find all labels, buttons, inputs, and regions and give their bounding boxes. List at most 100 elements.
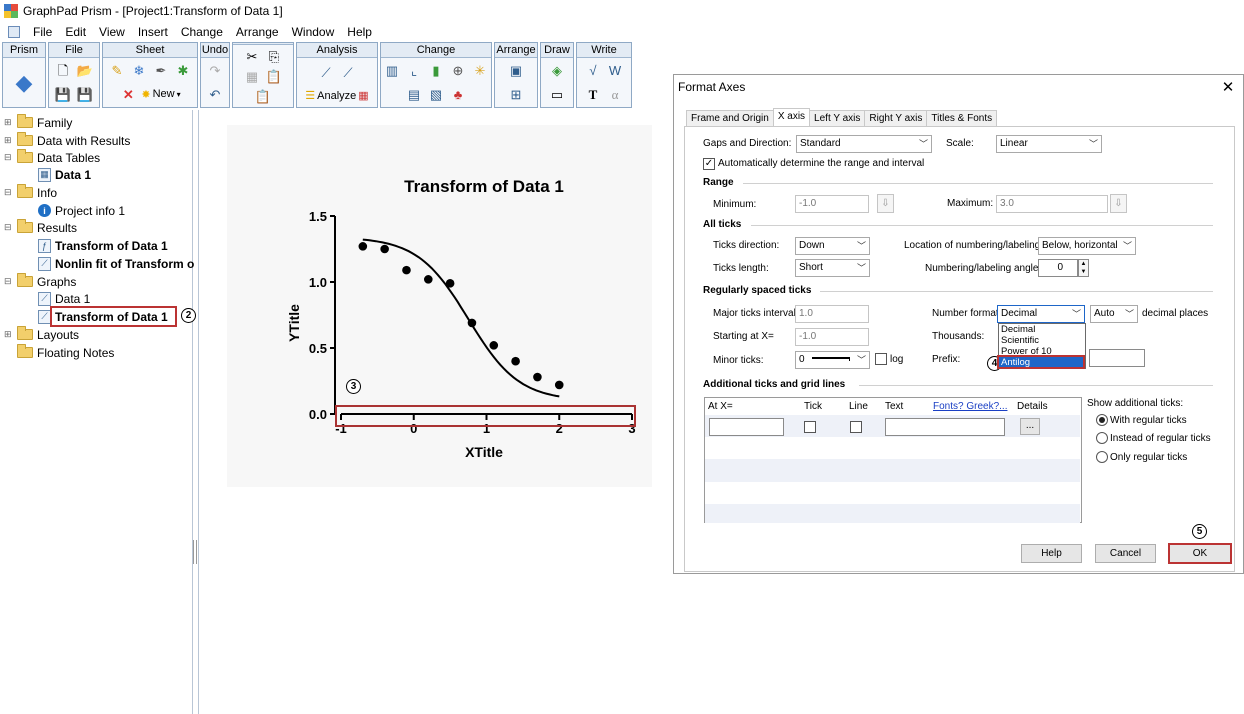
tree-floating-notes[interactable]: Floating Notes: [17, 344, 114, 361]
menu-edit[interactable]: Edit: [65, 25, 86, 39]
tree-data-1[interactable]: ▦ Data 1: [38, 166, 91, 183]
tab-titles-and-fonts[interactable]: Titles & Fonts: [926, 110, 998, 126]
starting-at-input[interactable]: -1.0: [795, 328, 869, 346]
ticks-length-select[interactable]: Short ﹀: [795, 259, 870, 277]
tree-graphs[interactable]: ⊟ Graphs: [4, 273, 76, 290]
eyedropper-icon[interactable]: ✒: [152, 62, 170, 80]
analysis-graph2-icon[interactable]: ⟋: [339, 63, 357, 81]
tree-project-info[interactable]: i Project info 1: [38, 202, 125, 219]
change-data-icon[interactable]: ▤: [405, 85, 423, 103]
expand-icon[interactable]: ⊞: [4, 118, 13, 127]
minor-ticks-select[interactable]: 0 ﹀: [795, 351, 870, 369]
maximum-input[interactable]: 3.0: [996, 195, 1108, 213]
align-icon[interactable]: ▣: [507, 62, 525, 80]
menu-help[interactable]: Help: [347, 25, 372, 39]
tab-left-y-axis[interactable]: Left Y axis: [809, 110, 866, 126]
ticks-direction-select[interactable]: Down ﹀: [795, 237, 870, 255]
tab-x-axis[interactable]: X axis: [772, 108, 811, 126]
change-scheme-icon[interactable]: ▧: [427, 85, 445, 103]
expand-icon[interactable]: ⊞: [4, 136, 13, 145]
radio-only-regular[interactable]: [1096, 451, 1108, 463]
x-axis-title[interactable]: XTitle: [465, 444, 503, 460]
close-icon[interactable]: ✕: [1218, 77, 1238, 97]
pin-icon[interactable]: ✱: [174, 62, 192, 80]
major-interval-input[interactable]: 1.0: [795, 305, 869, 323]
angle-spinner[interactable]: ▲ ▼: [1078, 259, 1089, 277]
fit-curve[interactable]: [362, 238, 560, 398]
delete-sheet-icon[interactable]: ✕: [119, 85, 137, 103]
change-bars-icon[interactable]: ▮: [427, 62, 445, 80]
copy-format-icon[interactable]: ▦: [243, 67, 261, 85]
maximum-pick-icon[interactable]: ⇩: [1110, 194, 1127, 213]
number-format-select[interactable]: Decimal ﹀: [997, 305, 1085, 323]
greek-alpha-icon[interactable]: α: [606, 85, 624, 103]
prism-cube-icon[interactable]: ◆: [9, 68, 39, 98]
paste-special-icon[interactable]: 📋: [254, 87, 272, 105]
expand-icon[interactable]: ⊞: [4, 330, 13, 339]
new-sheet-button[interactable]: ✸ New ▾: [141, 85, 180, 103]
scale-select[interactable]: Linear ﹀: [996, 135, 1102, 153]
radio-with-regular[interactable]: [1096, 414, 1108, 426]
tree-results[interactable]: ⊟ Results: [4, 219, 77, 236]
menu-file[interactable]: File: [33, 25, 52, 39]
ok-button[interactable]: OK: [1168, 543, 1232, 564]
tree-nonlin-fit[interactable]: ⟋ Nonlin fit of Transform o: [38, 255, 194, 272]
change-symbols-icon[interactable]: ⊕: [449, 62, 467, 80]
cancel-button[interactable]: Cancel: [1095, 544, 1156, 563]
tab-right-y-axis[interactable]: Right Y axis: [864, 110, 928, 126]
fonts-greek-link[interactable]: Fonts? Greek?...: [933, 401, 1007, 412]
help-button[interactable]: Help: [1021, 544, 1082, 563]
collapse-icon[interactable]: ⊟: [4, 223, 13, 232]
snowflake-icon[interactable]: ❄: [130, 62, 148, 80]
prefix-input[interactable]: [1089, 349, 1145, 367]
graph-title[interactable]: Transform of Data 1: [404, 177, 564, 196]
option-scientific[interactable]: Scientific: [999, 335, 1085, 346]
at-x-input[interactable]: [709, 418, 784, 436]
log-checkbox[interactable]: [875, 353, 887, 365]
details-button[interactable]: ...: [1020, 418, 1040, 435]
decimal-places-select[interactable]: Auto ﹀: [1090, 305, 1138, 323]
pane-splitter[interactable]: [193, 110, 199, 714]
tick-checkbox[interactable]: [804, 421, 816, 433]
tab-frame-and-origin[interactable]: Frame and Origin: [686, 110, 774, 126]
menu-insert[interactable]: Insert: [138, 25, 168, 39]
analyze-button[interactable]: ☰ Analyze ▦: [305, 89, 368, 103]
save-all-icon[interactable]: 💾: [76, 85, 94, 103]
minimum-input[interactable]: -1.0: [795, 195, 869, 213]
menu-change[interactable]: Change: [181, 25, 223, 39]
paste-icon[interactable]: 📋: [265, 67, 283, 85]
line-checkbox[interactable]: [850, 421, 862, 433]
change-color-icon[interactable]: ✳: [471, 62, 489, 80]
save-icon[interactable]: 💾: [54, 85, 72, 103]
tree-layouts[interactable]: ⊞ Layouts: [4, 326, 79, 343]
splitter-grip[interactable]: [193, 540, 197, 564]
open-folder-icon[interactable]: 📂: [76, 62, 94, 80]
redo-icon[interactable]: ↷: [206, 62, 224, 80]
change-graph-type-icon[interactable]: ▥: [383, 62, 401, 80]
word-icon[interactable]: W: [606, 62, 624, 80]
tree-info[interactable]: ⊟ Info: [4, 184, 57, 201]
location-select[interactable]: Below, horizontal ﹀: [1038, 237, 1136, 255]
tree-data-tables[interactable]: ⊟ Data Tables: [4, 149, 100, 166]
text-input[interactable]: [885, 418, 1005, 436]
undo-icon[interactable]: ↶: [206, 85, 224, 103]
collapse-icon[interactable]: ⊟: [4, 188, 13, 197]
pencil-icon[interactable]: ✎: [108, 62, 126, 80]
menu-arrange[interactable]: Arrange: [236, 25, 279, 39]
radio-instead-of-regular[interactable]: [1096, 432, 1108, 444]
y-axis-title[interactable]: YTitle: [286, 304, 302, 342]
tree-family[interactable]: ⊞ Family: [4, 114, 72, 131]
draw-shape-icon[interactable]: ◈: [548, 62, 566, 80]
auto-range-checkbox[interactable]: ✓: [703, 158, 715, 170]
equation-icon[interactable]: √: [584, 62, 602, 80]
analysis-graph-icon[interactable]: ⟋: [317, 63, 335, 81]
rectangle-icon[interactable]: ▭: [548, 85, 566, 103]
copy-icon[interactable]: ⎘: [265, 47, 283, 65]
menu-window[interactable]: Window: [292, 25, 335, 39]
group-icon[interactable]: ⊞: [507, 85, 525, 103]
angle-input[interactable]: 0: [1038, 259, 1078, 277]
cut-icon[interactable]: ✂: [243, 47, 261, 65]
menu-view[interactable]: View: [99, 25, 125, 39]
tree-graph-data-1[interactable]: ⟋ Data 1: [38, 290, 90, 307]
new-file-icon[interactable]: 🗋: [54, 62, 72, 80]
